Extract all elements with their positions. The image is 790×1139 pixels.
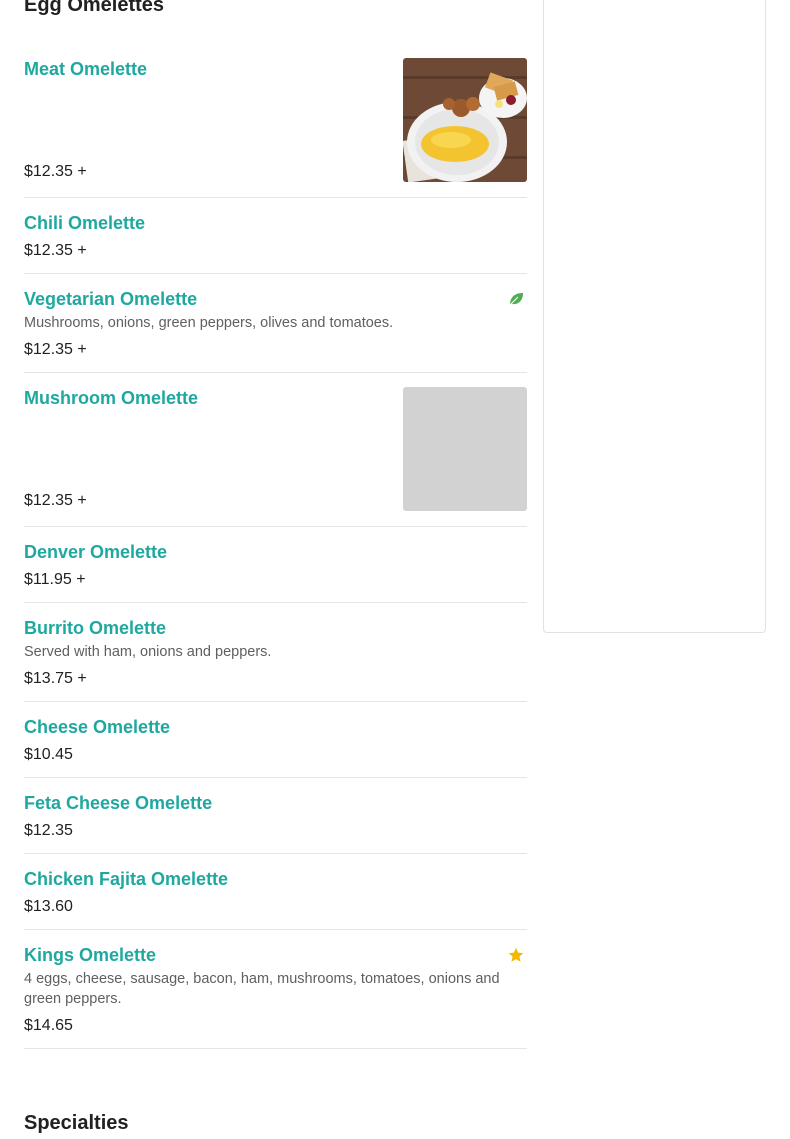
- item-name[interactable]: Vegetarian Omelette: [24, 288, 527, 310]
- item-price: $12.35: [24, 822, 73, 839]
- item-description: 4 eggs, cheese, sausage, bacon, ham, mus…: [24, 971, 500, 1007]
- omelette-plate-image: [403, 58, 527, 182]
- item-price: $14.65: [24, 1017, 73, 1034]
- menu-item-feta-cheese-omelette[interactable]: Feta Cheese Omelette $12.35: [24, 778, 527, 854]
- menu-item-denver-omelette[interactable]: Denver Omelette $11.95 +: [24, 527, 527, 603]
- star-icon: [508, 947, 524, 962]
- section-heading-specialties: Specialties: [24, 1112, 129, 1134]
- menu-item-chicken-fajita-omelette[interactable]: Chicken Fajita Omelette $13.60: [24, 854, 527, 930]
- item-price: $13.60: [24, 898, 73, 915]
- item-name[interactable]: Feta Cheese Omelette: [24, 792, 527, 814]
- menu-item-chili-omelette[interactable]: Chili Omelette $12.35 +: [24, 198, 527, 274]
- item-name[interactable]: Chili Omelette: [24, 212, 527, 234]
- item-price: $12.35 +: [24, 242, 87, 259]
- item-price: $12.35 +: [24, 163, 87, 180]
- section-heading-egg-omelettes: Egg Omelettes: [24, 0, 165, 16]
- item-name[interactable]: Kings Omelette: [24, 944, 527, 966]
- item-price: $10.45: [24, 746, 73, 763]
- item-description: Mushrooms, onions, green peppers, olives…: [24, 315, 394, 331]
- menu-item-vegetarian-omelette[interactable]: Vegetarian Omelette Mushrooms, onions, g…: [24, 274, 527, 373]
- menu-item-burrito-omelette[interactable]: Burrito Omelette Served with ham, onions…: [24, 603, 527, 702]
- item-photo-placeholder[interactable]: [403, 387, 527, 511]
- item-photo[interactable]: [403, 58, 527, 182]
- menu-item-meat-omelette[interactable]: Meat Omelette $12.35 +: [24, 44, 527, 198]
- order-sidebar-panel: [543, 0, 766, 633]
- item-price: $11.95 +: [24, 571, 86, 588]
- item-name[interactable]: Denver Omelette: [24, 541, 527, 563]
- item-price: $12.35 +: [24, 341, 87, 358]
- item-price: $12.35 +: [24, 492, 87, 509]
- menu-item-cheese-omelette[interactable]: Cheese Omelette $10.45: [24, 702, 527, 778]
- item-price: $13.75 +: [24, 670, 87, 687]
- item-name[interactable]: Cheese Omelette: [24, 716, 527, 738]
- item-description: Served with ham, onions and peppers.: [24, 644, 272, 660]
- leaf-icon: [509, 293, 523, 306]
- menu-item-list: Meat Omelette $12.35 + Chili Omelette $1…: [24, 44, 527, 1049]
- item-name[interactable]: Chicken Fajita Omelette: [24, 868, 527, 890]
- menu-item-kings-omelette[interactable]: Kings Omelette 4 eggs, cheese, sausage, …: [24, 930, 527, 1049]
- item-name[interactable]: Burrito Omelette: [24, 617, 527, 639]
- menu-item-mushroom-omelette[interactable]: Mushroom Omelette $12.35 +: [24, 373, 527, 527]
